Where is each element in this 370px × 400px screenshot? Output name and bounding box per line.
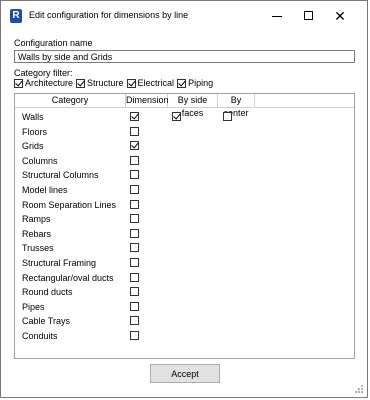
by-center-checkbox[interactable] (223, 112, 232, 121)
dimension-checkbox[interactable] (130, 112, 139, 121)
category-name: Rectangular/oval ducts (22, 272, 114, 283)
table-row: Floors (15, 124, 354, 139)
filter-architecture-checkbox[interactable] (14, 78, 23, 88)
dimension-checkbox[interactable] (130, 243, 139, 253)
category-name: Floors (22, 126, 48, 137)
table-row: Round ducts (15, 284, 354, 299)
filter-structure[interactable]: Structure (76, 78, 124, 88)
dimension-checkbox[interactable] (130, 214, 139, 224)
category-name: Model lines (22, 185, 68, 195)
dimension-checkbox[interactable] (130, 141, 139, 151)
filter-label: Electrical (137, 78, 175, 88)
table-row: Structural Framing (15, 255, 354, 270)
filter-structure-checkbox[interactable] (76, 78, 86, 88)
table-row: Rebars (15, 226, 354, 241)
dimension-checkbox[interactable] (130, 199, 139, 209)
table-row: Ramps (15, 211, 354, 226)
category-filter-label: Category filter: (14, 68, 73, 78)
table-row: Conduits (15, 328, 354, 343)
resize-grip[interactable] (355, 385, 363, 393)
dimension-checkbox[interactable] (130, 301, 139, 311)
table-row: Rectangular/oval ducts (15, 270, 354, 285)
filter-electrical-checkbox[interactable] (126, 78, 136, 88)
column-header-by-center[interactable]: By center (218, 94, 255, 118)
table-row: Structural Columns (15, 167, 354, 182)
category-name: Ramps (22, 214, 51, 225)
category-name: Trusses (22, 243, 54, 254)
dimension-checkbox[interactable] (130, 228, 139, 238)
dimension-checkbox[interactable] (130, 316, 139, 326)
config-name-label: Configuration name (14, 38, 93, 48)
dimension-checkbox[interactable] (130, 126, 139, 136)
filter-piping[interactable]: Piping (177, 78, 213, 88)
dimension-checkbox[interactable] (130, 155, 139, 165)
table-row: Grids (15, 138, 354, 153)
revit-app-icon: R (10, 9, 22, 23)
category-filter-group: Architecture Structure Electrical Piping (14, 78, 216, 88)
category-grid: Category Dimension By side faces By cent… (14, 93, 355, 359)
close-icon: ✕ (334, 8, 346, 24)
category-name: Walls (22, 112, 44, 122)
filter-label: Structure (87, 78, 124, 88)
column-header-category[interactable]: Category (15, 94, 126, 107)
dialog-window: R Edit configuration for dimensions by l… (0, 0, 368, 398)
category-name: Grids (22, 141, 44, 152)
category-name: Room Separation Lines (22, 199, 117, 210)
maximize-button[interactable] (294, 1, 324, 31)
dimension-checkbox[interactable] (130, 287, 139, 297)
filter-label: Piping (188, 78, 214, 88)
minimize-icon (272, 16, 282, 17)
table-row: Room Separation Lines (15, 197, 354, 212)
category-name: Structural Columns (22, 170, 99, 181)
filter-piping-checkbox[interactable] (177, 78, 187, 88)
table-row: Pipes (15, 299, 354, 314)
table-row: Model lines (15, 182, 354, 197)
table-row: Trusses (15, 240, 354, 255)
grid-header: Category Dimension By side faces By cent… (15, 94, 354, 118)
category-name: Conduits (22, 331, 58, 341)
dimension-checkbox[interactable] (130, 185, 139, 194)
table-row: Walls (15, 109, 354, 124)
dimension-checkbox[interactable] (130, 170, 139, 180)
filter-architecture[interactable]: Architecture (14, 78, 73, 88)
maximize-icon (304, 11, 313, 20)
close-button[interactable]: ✕ (325, 1, 355, 31)
category-name: Structural Framing (22, 258, 97, 268)
table-row: Cable Trays (15, 313, 354, 328)
dimension-checkbox[interactable] (130, 258, 139, 267)
window-title: Edit configuration for dimensions by lin… (29, 10, 189, 20)
column-header-by-side-faces[interactable]: By side faces (168, 94, 218, 118)
category-name: Rebars (22, 228, 52, 239)
filter-electrical[interactable]: Electrical (126, 78, 175, 88)
table-row: Columns (15, 153, 354, 168)
title-bar[interactable]: R Edit configuration for dimensions by l… (1, 1, 367, 31)
column-header-dimension[interactable]: Dimension (126, 94, 169, 107)
category-name: Pipes (22, 301, 45, 312)
category-name: Columns (22, 155, 58, 166)
dimension-checkbox[interactable] (130, 331, 139, 340)
category-name: Cable Trays (22, 316, 71, 327)
minimize-button[interactable] (262, 1, 292, 31)
dimension-checkbox[interactable] (130, 272, 139, 282)
accept-button[interactable]: Accept (150, 364, 220, 383)
category-name: Round ducts (22, 287, 73, 298)
config-name-input[interactable] (14, 50, 355, 63)
by-side-faces-checkbox[interactable] (172, 112, 181, 121)
filter-label: Architecture (25, 78, 74, 88)
